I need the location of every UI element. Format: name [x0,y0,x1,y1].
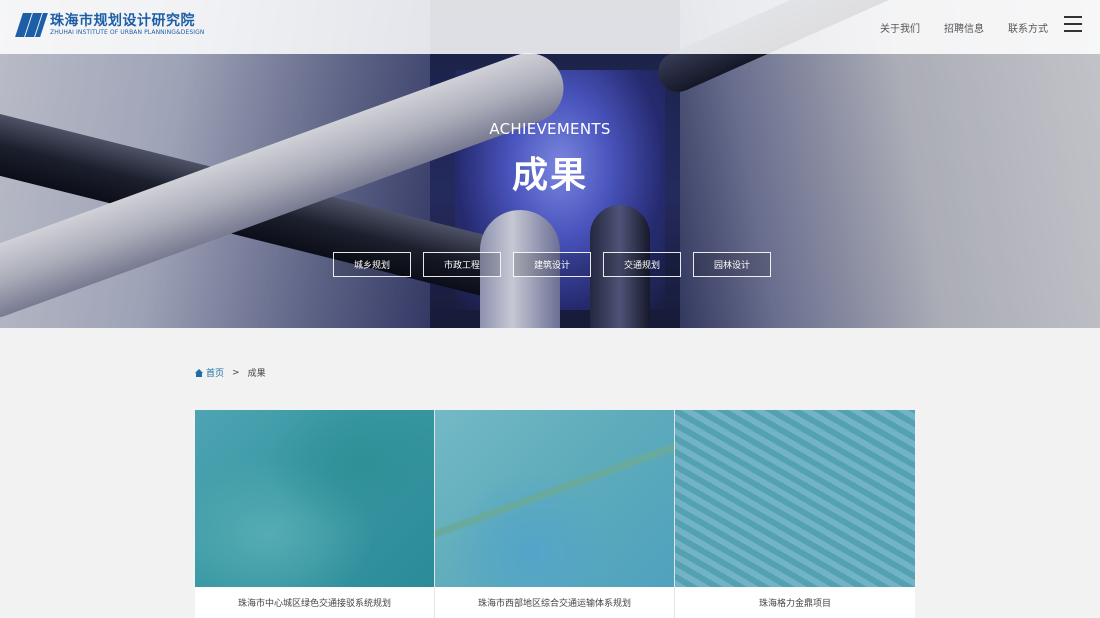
site-logo[interactable]: 珠海市规划设计研究院 ZHUHAI INSTITUTE OF URBAN PLA… [15,12,205,37]
project-thumbnail[interactable] [435,410,674,587]
project-title[interactable]: 珠海市西部地区综合交通运输体系规划 [435,587,674,618]
category-nav: 城乡规划 市政工程 建筑设计 交通规划 园林设计 [333,252,783,277]
category-button-traffic[interactable]: 交通规划 [603,252,681,277]
project-thumbnail[interactable] [675,410,915,587]
thumbnail-overlay [675,410,915,587]
category-button-landscape[interactable]: 园林设计 [693,252,771,277]
nav-contact[interactable]: 联系方式 [1008,20,1048,35]
category-button-urban-rural[interactable]: 城乡规划 [333,252,411,277]
nav-about[interactable]: 关于我们 [880,20,920,35]
project-title[interactable]: 珠海格力金鼎项目 [675,587,915,618]
breadcrumb-home[interactable]: 首页 [206,366,224,379]
nav-jobs[interactable]: 招聘信息 [944,20,984,35]
project-card[interactable]: 珠海格力金鼎项目 [675,410,915,618]
hamburger-icon[interactable] [1064,16,1082,32]
category-button-architecture[interactable]: 建筑设计 [513,252,591,277]
project-title[interactable]: 珠海市中心城区绿色交通接驳系统规划 [195,587,434,618]
project-card[interactable]: 珠海市中心城区绿色交通接驳系统规划 [195,410,435,618]
project-thumbnail[interactable] [195,410,434,587]
project-list: 珠海市中心城区绿色交通接驳系统规划 珠海市西部地区综合交通运输体系规划 珠海格力… [195,410,915,618]
top-nav: 关于我们 招聘信息 联系方式 [856,20,1048,35]
logo-icon [15,13,48,37]
site-header: 珠海市规划设计研究院 ZHUHAI INSTITUTE OF URBAN PLA… [0,0,1100,54]
thumbnail-overlay [435,410,674,587]
category-button-municipal[interactable]: 市政工程 [423,252,501,277]
hero-title-en: ACHIEVEMENTS [489,120,611,138]
breadcrumb-current: 成果 [247,369,266,379]
logo-name-en: ZHUHAI INSTITUTE OF URBAN PLANNING&DESIG… [50,28,205,36]
logo-name-cn: 珠海市规划设计研究院 [50,12,195,29]
breadcrumb: 首页 > 成果 [195,366,266,379]
home-icon [195,368,203,377]
thumbnail-overlay [195,410,434,587]
project-card[interactable]: 珠海市西部地区综合交通运输体系规划 [435,410,675,618]
breadcrumb-separator: > [232,367,240,378]
logo-text: 珠海市规划设计研究院 ZHUHAI INSTITUTE OF URBAN PLA… [50,12,205,37]
hero-title-cn: 成果 [511,155,588,196]
